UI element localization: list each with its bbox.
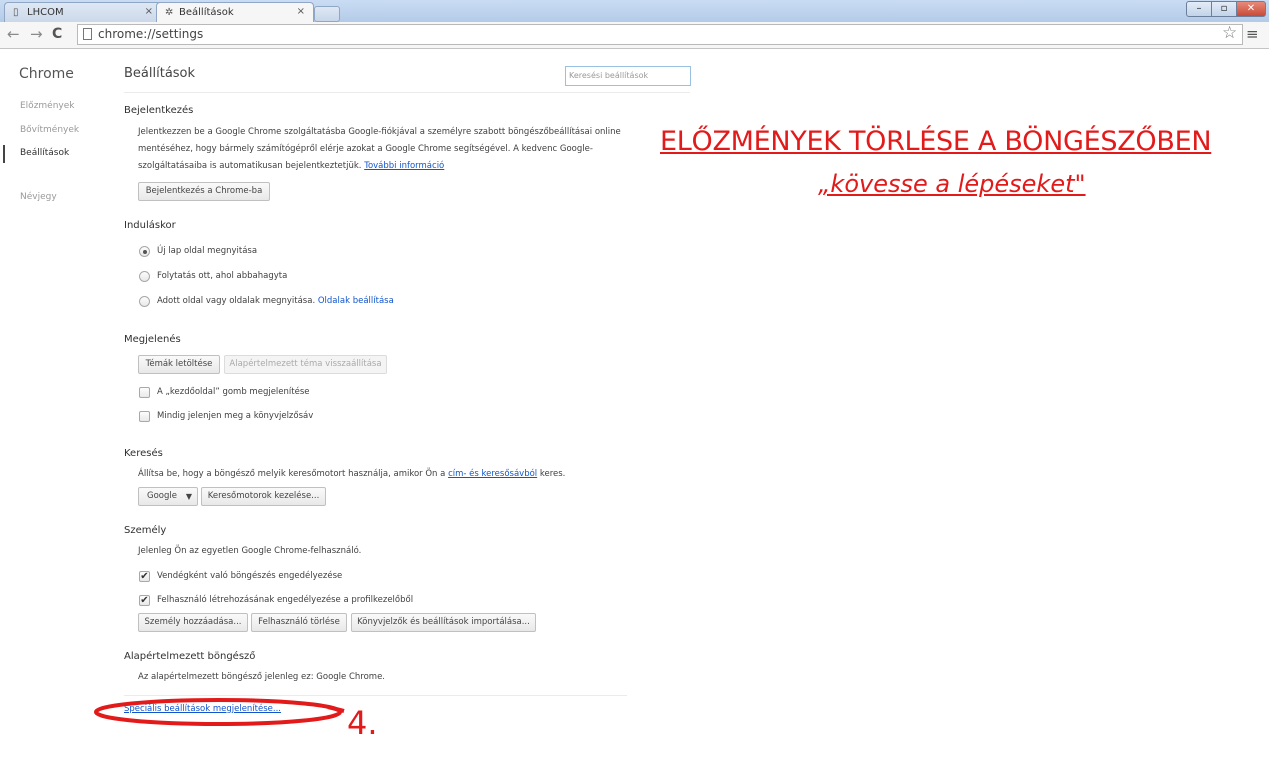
section-title-appearance: Megjelenés [124,334,181,345]
omnibox-link[interactable]: cím- és keresősávból [448,469,537,479]
search-engine-value: Google [147,491,177,501]
tab-settings[interactable]: ✲ Beállítások × [156,2,314,22]
annotation-step-number: 4. [347,704,378,742]
option-label: A „kezdőoldal” gomb megjelenítése [157,387,310,397]
sidebar-item-about[interactable]: Névjegy [20,192,57,202]
default-browser-text: Az alapértelmezett böngésző jelenleg ez:… [138,672,386,682]
tab-strip: ▯ LHCOM × ✲ Beállítások × – ▫ ✕ [0,0,1269,22]
new-tab-button[interactable] [314,6,340,22]
maximize-button[interactable]: ▫ [1211,1,1237,17]
browser-toolbar: ← → C chrome://settings ☆ ≡ [0,22,1269,49]
divider [124,92,690,93]
learn-more-link[interactable]: További információ [364,161,444,171]
remove-user-button[interactable]: Felhasználó törlése [251,613,347,632]
create-user-checkbox[interactable]: ✔ [139,595,150,606]
sidebar-item-history[interactable]: Előzmények [20,101,75,111]
import-bookmarks-button[interactable]: Könyvjelzők és beállítások importálása..… [351,613,536,632]
bookmark-star-icon[interactable]: ☆ [1222,23,1237,43]
sidebar-item-settings[interactable]: Beállítások [20,148,69,158]
home-button-checkbox[interactable] [139,387,150,398]
annotation-subtitle: „kövesse a lépéseket" [818,170,1086,198]
section-title-search: Keresés [124,448,163,459]
radio-open-pages[interactable] [139,296,150,307]
section-title-signin: Bejelentkezés [124,105,194,116]
radio-continue[interactable] [139,271,150,282]
gear-icon: ✲ [165,7,174,18]
menu-icon[interactable]: ≡ [1246,25,1259,43]
page-icon [83,28,92,40]
set-pages-link[interactable]: Oldalak beállítása [318,296,394,306]
forward-arrow-icon[interactable]: → [30,25,43,43]
option-label: Új lap oldal megnyitása [157,246,258,256]
signin-button[interactable]: Bejelentkezés a Chrome-ba [138,182,270,201]
option-label: Folytatás ott, ahol abbahagyta [157,271,288,281]
tab-label: Beállítások [179,7,234,18]
signin-text-line3-label: szolgáltatásaiba is automatikusan bejele… [138,161,362,171]
search-description: Állítsa be, hogy a böngésző melyik keres… [138,466,565,483]
option-label-wrapper: Adott oldal vagy oldalak megnyitása. Old… [157,296,394,306]
back-arrow-icon[interactable]: ← [7,25,20,43]
page-title: Beállítások [124,66,196,81]
option-label: Mindig jelenjen meg a könyvjelzősáv [157,411,314,421]
tab-close-icon[interactable]: × [145,3,153,21]
signin-text-line2: mentéséhez, hogy bármely számítógépről e… [138,144,593,154]
page-icon: ▯ [13,7,19,18]
section-title-people: Személy [124,525,167,536]
sidebar-item-extensions[interactable]: Bővítmények [20,125,79,135]
chevron-down-icon: ▼ [185,492,192,501]
search-text-before: Állítsa be, hogy a böngésző melyik keres… [138,469,446,479]
sidebar-brand: Chrome [19,66,74,82]
section-title-default-browser: Alapértelmezett böngésző [124,651,256,662]
add-person-button[interactable]: Személy hozzáadása... [138,613,248,632]
signin-text-line3: szolgáltatásaiba is automatikusan bejele… [138,158,444,175]
people-description: Jelenleg Ön az egyetlen Google Chrome-fe… [138,546,362,556]
annotation-ellipse [94,698,345,726]
tab-close-icon[interactable]: × [297,3,305,21]
option-label: Felhasználó létrehozásának engedélyezése… [157,595,414,605]
search-text-after: keres. [539,469,566,479]
option-label: Adott oldal vagy oldalak megnyitása. [157,296,316,306]
close-window-button[interactable]: ✕ [1236,1,1266,17]
address-bar[interactable]: chrome://settings [77,24,1243,45]
tab-lhcom[interactable]: ▯ LHCOM × [4,2,162,22]
search-engine-select[interactable]: Google ▼ [138,487,198,506]
radio-new-tab[interactable] [139,246,150,257]
option-label: Vendégként való böngészés engedélyezése [157,571,343,581]
manage-search-engines-button[interactable]: Keresőmotorok kezelése... [201,487,326,506]
annotation-title: ELŐZMÉNYEK TÖRLÉSE A BÖNGÉSZŐBEN [660,126,1212,157]
url-text[interactable]: chrome://settings [98,27,203,41]
bookmarks-bar-checkbox[interactable] [139,411,150,422]
get-themes-button[interactable]: Témák letöltése [138,355,220,374]
active-indicator [3,145,5,163]
signin-text-line1: Jelentkezzen be a Google Chrome szolgált… [138,127,621,137]
guest-browsing-checkbox[interactable]: ✔ [139,571,150,582]
reload-icon[interactable]: C [52,25,62,43]
search-input[interactable]: Keresési beállítások [565,66,691,86]
minimize-button[interactable]: – [1186,1,1212,17]
section-title-startup: Induláskor [124,220,176,231]
tab-label: LHCOM [27,7,64,18]
reset-theme-button[interactable]: Alapértelmezett téma visszaállítása [224,355,387,374]
